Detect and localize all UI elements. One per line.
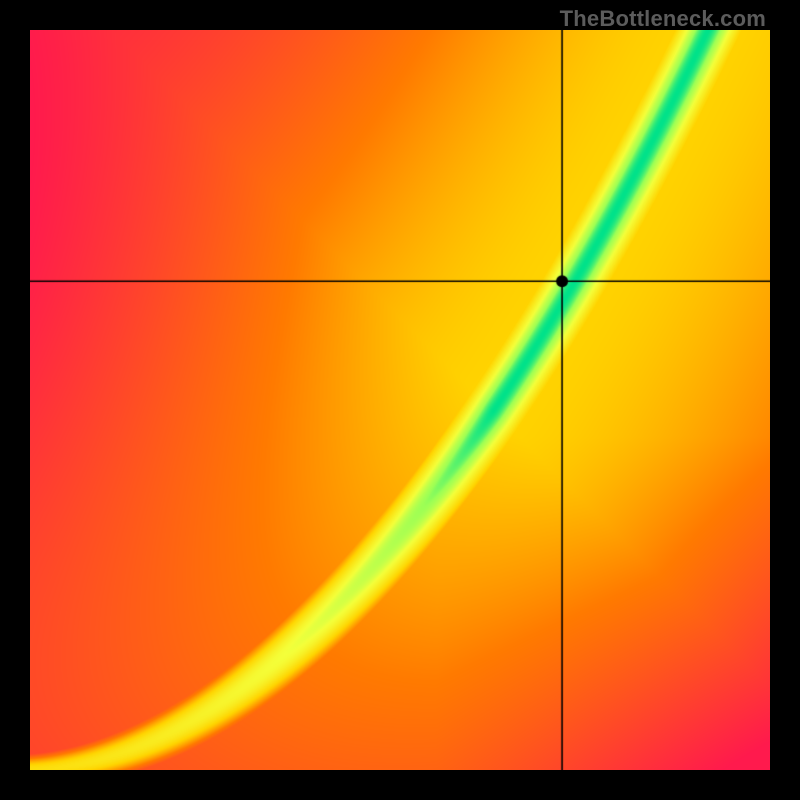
watermark-text: TheBottleneck.com (560, 6, 766, 32)
heatmap-area (30, 30, 770, 770)
heatmap-canvas (30, 30, 770, 770)
chart-frame: TheBottleneck.com (0, 0, 800, 800)
